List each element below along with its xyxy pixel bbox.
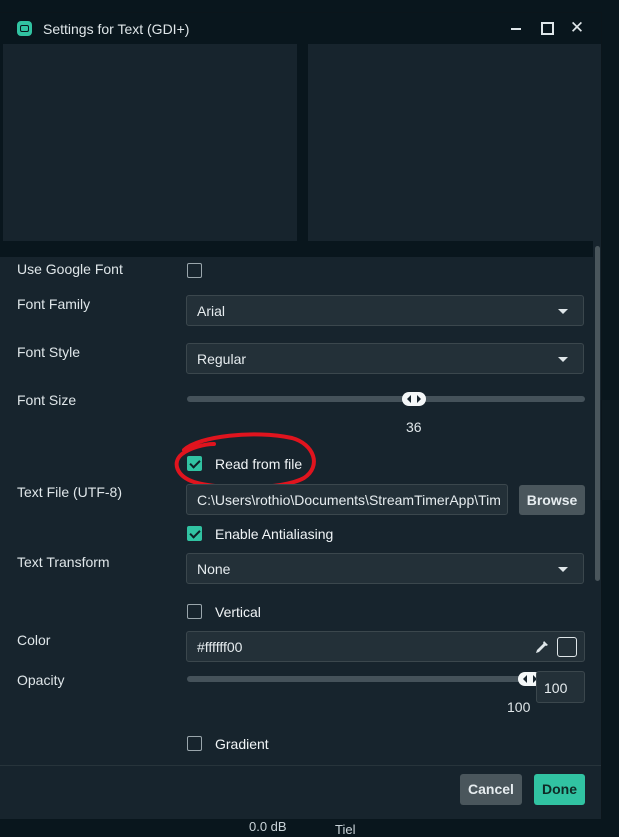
- scrollbar-thumb[interactable]: [595, 246, 600, 581]
- preview-pane-left: [3, 44, 297, 241]
- text-transform-label: Text Transform: [17, 554, 110, 570]
- color-label: Color: [17, 632, 51, 648]
- opacity-number-value: 100: [544, 680, 568, 696]
- preview-pane-right: [308, 44, 601, 241]
- text-file-path: C:\Users\rothio\Documents\StreamTimerApp…: [197, 492, 501, 508]
- opacity-label: Opacity: [17, 672, 65, 688]
- color-input[interactable]: #ffffff00: [186, 631, 585, 662]
- text-file-label: Text File (UTF-8): [17, 484, 122, 500]
- gradient-label: Gradient: [215, 736, 269, 752]
- color-value: #ffffff00: [197, 639, 243, 655]
- source-preview: [0, 44, 601, 257]
- minimize-icon[interactable]: [506, 18, 526, 38]
- font-family-select[interactable]: Arial: [186, 295, 584, 326]
- vertical-checkbox[interactable]: [187, 604, 202, 619]
- text-file-input[interactable]: C:\Users\rothio\Documents\StreamTimerApp…: [186, 484, 508, 515]
- background-side-label: Tiel: [335, 822, 356, 837]
- font-family-label: Font Family: [17, 296, 91, 312]
- text-transform-select[interactable]: None: [186, 553, 584, 584]
- enable-antialiasing-checkbox[interactable]: [187, 526, 202, 541]
- use-google-font-label: Use Google Font: [17, 261, 123, 277]
- done-button[interactable]: Done: [534, 774, 585, 805]
- browse-button[interactable]: Browse: [519, 485, 585, 515]
- red-annotation-circle: [174, 432, 316, 490]
- vertical-label: Vertical: [215, 604, 261, 620]
- font-family-value: Arial: [197, 303, 226, 319]
- opacity-slider-value: 100: [507, 699, 531, 715]
- color-swatch-icon[interactable]: [557, 637, 577, 657]
- font-style-value: Regular: [197, 351, 247, 367]
- font-style-select[interactable]: Regular: [186, 343, 584, 374]
- chevron-down-icon: [558, 309, 568, 314]
- use-google-font-checkbox[interactable]: [187, 263, 202, 278]
- maximize-icon[interactable]: [537, 18, 557, 38]
- opacity-number-input[interactable]: 100: [536, 671, 585, 703]
- background-db-label: 0.0 dB: [249, 819, 287, 834]
- title-bar[interactable]: Settings for Text (GDI+) ✕: [0, 13, 601, 44]
- settings-dialog: Settings for Text (GDI+) ✕: [0, 13, 601, 818]
- cancel-button[interactable]: Cancel: [460, 774, 522, 805]
- font-size-label: Font Size: [17, 392, 77, 408]
- chevron-down-icon: [558, 357, 568, 362]
- close-icon[interactable]: ✕: [567, 18, 587, 38]
- font-size-slider-handle[interactable]: [401, 392, 426, 406]
- background-app-strip: [601, 400, 619, 500]
- streamlabs-app-icon: [17, 21, 32, 36]
- window-title: Settings for Text (GDI+): [43, 21, 190, 37]
- font-size-slider[interactable]: [187, 396, 585, 402]
- eyedropper-icon[interactable]: [534, 639, 550, 655]
- opacity-slider[interactable]: [187, 676, 530, 682]
- gradient-checkbox[interactable]: [187, 736, 202, 751]
- font-style-label: Font Style: [17, 344, 81, 360]
- text-transform-value: None: [197, 561, 231, 577]
- enable-antialiasing-label: Enable Antialiasing: [215, 526, 334, 542]
- chevron-down-icon: [558, 567, 568, 572]
- font-size-value: 36: [406, 419, 422, 435]
